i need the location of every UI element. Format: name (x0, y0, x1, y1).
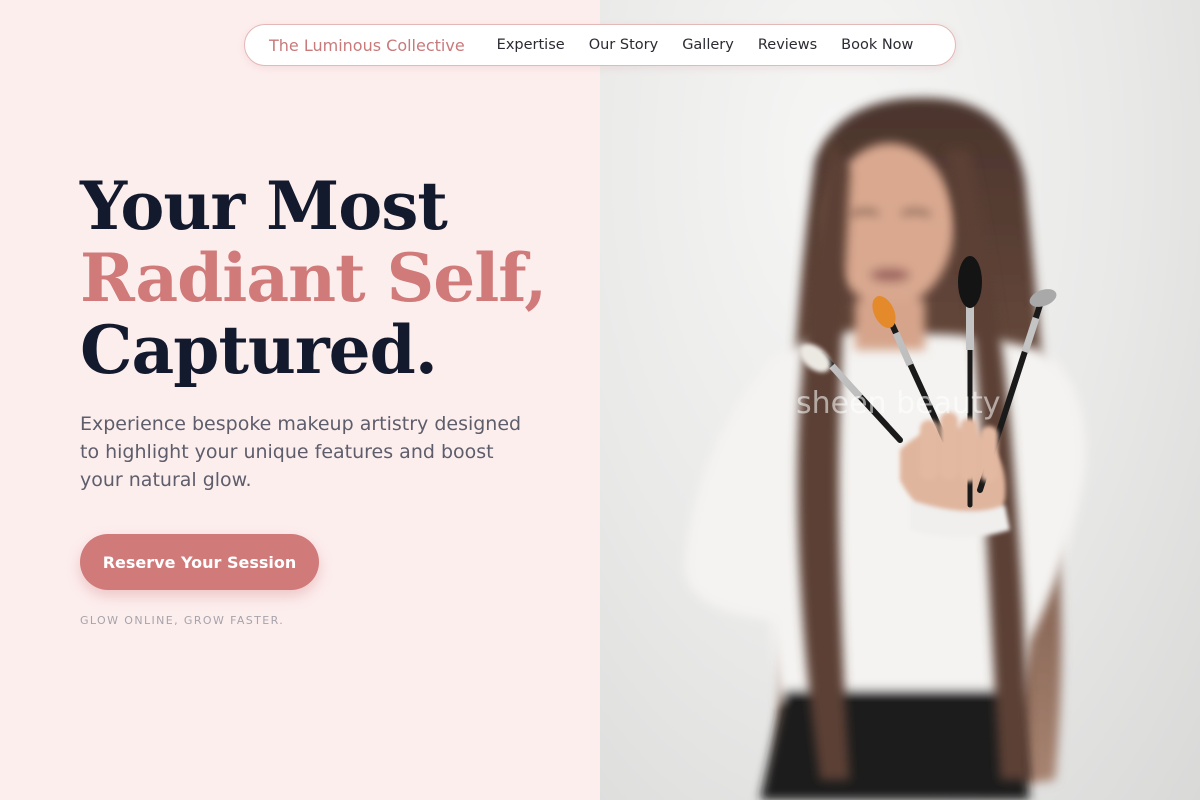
headline-line-1: Your Most (80, 167, 448, 245)
brand-logo-link[interactable]: The Luminous Collective (269, 36, 465, 55)
hero-left-panel (0, 0, 600, 800)
nav-link-reviews[interactable]: Reviews (758, 37, 817, 53)
nav-link-book-now[interactable]: Book Now (841, 37, 913, 53)
headline-line-3: Captured. (80, 311, 438, 389)
hero-headline: Your Most Radiant Self, Captured. (80, 167, 547, 389)
nav-link-our-story[interactable]: Our Story (589, 37, 658, 53)
hero-tagline: GLOW ONLINE, GROW FASTER. (80, 614, 285, 627)
headline-line-2-accent: Radiant Self, (80, 239, 547, 317)
reserve-session-button[interactable]: Reserve Your Session (80, 534, 319, 590)
top-navigation-bar: The Luminous Collective Expertise Our St… (244, 24, 956, 66)
hero-subtext: Experience bespoke makeup artistry desig… (80, 413, 522, 491)
nav-link-gallery[interactable]: Gallery (682, 37, 734, 53)
nav-links: Expertise Our Story Gallery Reviews Book… (497, 37, 914, 53)
hero-photo-makeup-artist: sheen beauty (600, 0, 1200, 800)
nav-link-expertise[interactable]: Expertise (497, 37, 565, 53)
image-watermark: sheen beauty (796, 386, 1001, 421)
